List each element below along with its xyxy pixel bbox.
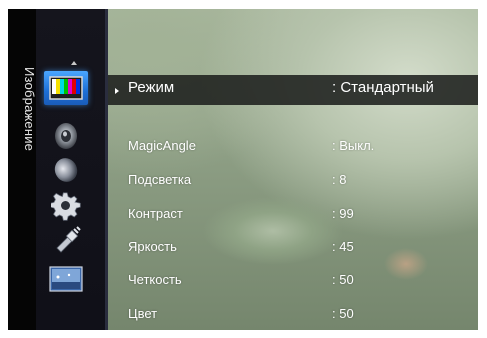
menu-item-label: Контраст: [128, 206, 183, 221]
application-icon: [49, 266, 83, 292]
menu-item-label: Яркость: [128, 239, 177, 254]
sidebar-item-picture[interactable]: [44, 71, 88, 105]
menu-item-value: : 45: [332, 239, 354, 254]
menu-item-label: Режим: [128, 79, 175, 96]
scroll-up-arrow-icon[interactable]: [71, 61, 77, 65]
menu-item-mode[interactable]: Режим : Стандартный: [108, 75, 478, 101]
sidebar-item-application[interactable]: [44, 262, 88, 296]
menu-item-value: : 50: [332, 306, 354, 321]
input-plug-icon: [56, 226, 81, 253]
menu-item-value: : 8: [332, 172, 347, 187]
picture-icon: [49, 76, 83, 100]
tv-screen: Изображение Режим: Стандартный MagicAng…: [8, 9, 478, 330]
sidebar-item-channel[interactable]: [44, 153, 88, 187]
menu-item-value: : 50: [332, 272, 354, 287]
menu-item-value: : Стандартный: [332, 79, 434, 96]
menu-item-value: : Выкл.: [332, 138, 375, 153]
menu-item-color[interactable]: Цвет : 50: [108, 301, 478, 327]
menu-item-label: Цвет: [128, 306, 158, 321]
section-title: Изображение: [22, 67, 37, 152]
section-label-panel: Изображение: [8, 9, 37, 330]
menu-item-magicangle[interactable]: MagicAngle : Выкл.: [108, 133, 478, 159]
menu-item-contrast[interactable]: Контраст : 99: [108, 201, 478, 227]
gear-icon: [51, 192, 81, 221]
menu-item-label: Подсветка: [128, 172, 192, 187]
sidebar-item-setup[interactable]: [44, 189, 88, 223]
menu-item-value: : 99: [332, 206, 354, 221]
menu-item-label: MagicAngle: [128, 138, 196, 153]
sidebar-item-input[interactable]: [44, 224, 88, 258]
channel-icon: [54, 158, 78, 182]
sound-icon: [55, 123, 77, 149]
menu-item-sharpness[interactable]: Четкость : 50: [108, 267, 478, 293]
menu-item-brightness[interactable]: Яркость : 45: [108, 234, 478, 260]
menu-item-label: Четкость: [128, 272, 182, 287]
menu-item-backlight[interactable]: Подсветка : 8: [108, 167, 478, 193]
sidebar-item-sound[interactable]: [44, 119, 88, 153]
